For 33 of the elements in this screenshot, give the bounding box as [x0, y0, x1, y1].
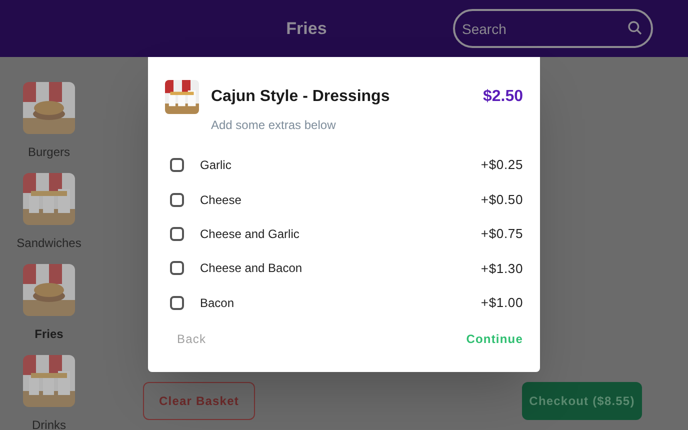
page-title: Fries	[286, 18, 327, 40]
extra-price: +$0.75	[480, 225, 523, 244]
checkout-button[interactable]: Checkout ($8.55)	[522, 382, 642, 420]
category-item[interactable]: Fries	[23, 264, 75, 343]
extra-label: Garlic	[200, 157, 232, 174]
extra-label: Cheese and Garlic	[200, 226, 300, 243]
extra-price: +$0.50	[480, 190, 523, 209]
back-button[interactable]: Back	[177, 330, 206, 348]
checkbox[interactable]	[170, 296, 184, 310]
category-label: Drinks	[32, 417, 66, 430]
category-label: Burgers	[28, 144, 70, 161]
checkbox[interactable]	[170, 158, 184, 172]
category-item[interactable]: Drinks	[23, 355, 75, 430]
search-field[interactable]: Search	[453, 9, 653, 48]
checkbox[interactable]	[170, 192, 184, 207]
extra-price: +$1.00	[480, 294, 523, 312]
category-label: Fries	[34, 326, 64, 343]
extra-label: Cheese	[200, 192, 242, 209]
search-icon[interactable]	[627, 20, 643, 36]
extra-price: +$0.25	[480, 156, 523, 174]
clear-basket-button[interactable]: Clear Basket	[143, 382, 255, 420]
dialog-price: $2.50	[482, 87, 523, 107]
extra-price: +$1.30	[480, 260, 523, 278]
extra-label: Cheese and Bacon	[200, 260, 304, 278]
category-item[interactable]: Burgers	[23, 82, 75, 161]
continue-button[interactable]: Continue	[466, 330, 523, 348]
checkbox[interactable]	[170, 261, 184, 276]
category-label: Sandwiches	[16, 235, 82, 252]
dialog-subtitle: Add some extras below	[211, 117, 337, 134]
checkbox[interactable]	[170, 226, 184, 241]
extra-label: Bacon	[200, 294, 236, 312]
category-item[interactable]: Sandwiches	[16, 173, 82, 252]
dialog-title: Cajun Style - Dressings	[211, 87, 390, 107]
